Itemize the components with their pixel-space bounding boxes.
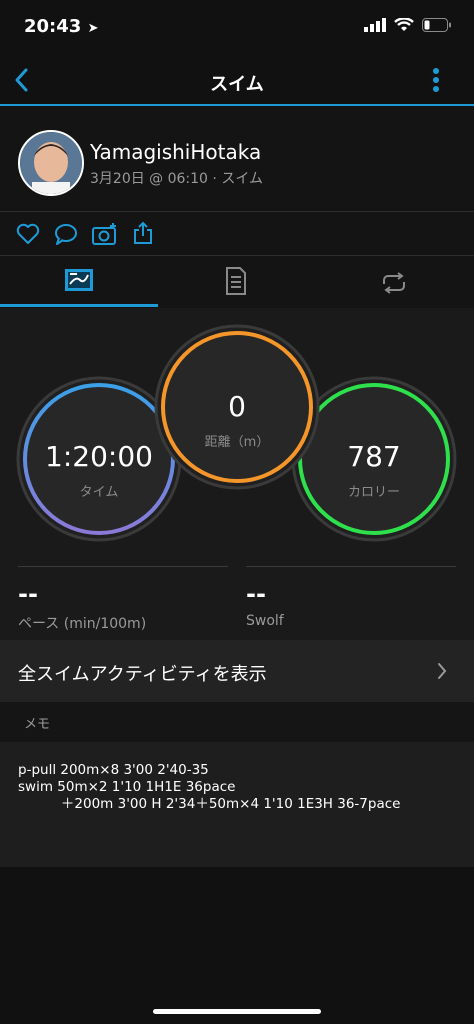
divider [246,566,456,567]
distance-ring: 0 距離（m） [163,390,311,450]
divider [18,566,228,567]
tab-active-indicator [0,304,158,307]
tab-repeat-icon[interactable] [380,272,408,294]
distance-label: 距離（m） [204,435,270,450]
time-label: タイム [79,485,119,500]
add-photo-icon[interactable] [92,222,118,246]
like-heart-icon[interactable] [16,223,40,245]
signal-icon [364,18,386,32]
user-name[interactable]: YamagishiHotaka [90,140,261,164]
location-arrow-icon: ➤ [87,21,99,36]
pace-value: -- [18,580,38,608]
memo-label: メモ [24,717,51,732]
calories-ring: 787 カロリー [300,440,448,500]
swolf-label: Swolf [246,613,284,629]
battery-icon [422,18,451,32]
share-icon[interactable] [133,221,153,245]
calories-value: 787 [347,440,401,473]
calories-label: カロリー [347,485,400,500]
memo-header [0,702,474,742]
avatar-photo [20,132,82,194]
swolf-value: -- [246,580,266,608]
time-ring: 1:20:00 タイム [25,440,173,500]
show-all-label: 全スイムアクティビティを表示 [18,664,267,685]
status-time: 20:43 ➤ [24,16,99,37]
activity-date: 3月20日 @ 06:10 · スイム [90,171,264,187]
page-title: スイム [210,74,264,95]
time-value: 1:20:00 [45,440,153,473]
tab-stats-icon[interactable] [64,268,94,292]
more-options-icon[interactable] [430,66,442,94]
home-indicator[interactable] [153,1009,321,1014]
memo-text: p-pull 200m×8 3'00 2'40-35 swim 50m×2 1'… [18,762,401,812]
pace-label: ペース (min/100m) [18,616,147,632]
wifi-icon [394,18,414,31]
avatar[interactable] [18,130,84,196]
comment-icon[interactable] [54,223,78,245]
distance-value: 0 [228,390,246,423]
chevron-right-icon [438,663,447,679]
status-icons [364,18,452,32]
tab-laps-icon[interactable] [225,267,247,295]
